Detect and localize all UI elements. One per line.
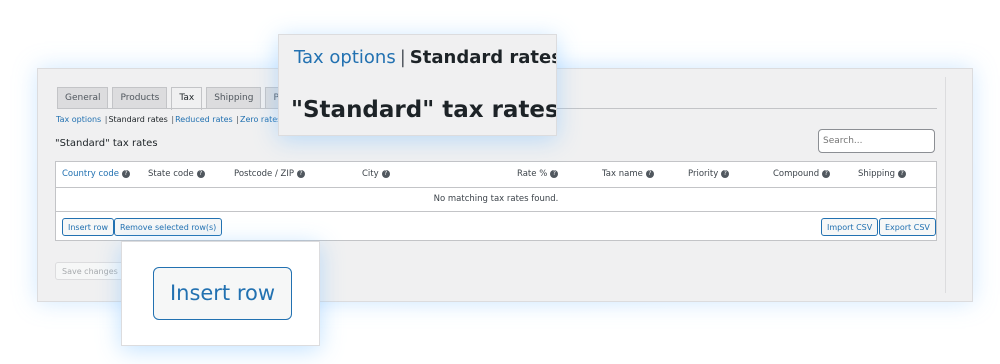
remove-selected-rows-button[interactable]: Remove selected row(s)	[114, 218, 223, 236]
column-label: Rate %	[517, 169, 548, 179]
column-tax-name: Tax name?	[602, 169, 654, 179]
tab-bar: General Products Tax Shipping Payme	[57, 87, 312, 110]
column-label: Compound	[773, 169, 820, 179]
column-shipping: Shipping?	[858, 169, 907, 179]
save-changes-button[interactable]: Save changes	[55, 262, 125, 280]
tab-products[interactable]: Products	[112, 87, 168, 109]
column-label: City	[362, 169, 379, 179]
tax-subnav: Tax options |Standard rates |Reduced rat…	[56, 115, 281, 124]
help-icon[interactable]: ?	[721, 169, 730, 178]
subnav-separator: |	[171, 115, 175, 124]
table-header: Country code? State code? Postcode / ZIP…	[56, 162, 936, 188]
subnav-standard-rates: Standard rates	[108, 115, 168, 124]
tab-shipping[interactable]: Shipping	[206, 87, 262, 109]
subnav-reduced-rates[interactable]: Reduced rates	[175, 115, 233, 124]
subnav-tax-options[interactable]: Tax options	[56, 115, 101, 124]
export-csv-button[interactable]: Export CSV	[879, 218, 936, 236]
help-icon[interactable]: ?	[898, 169, 907, 178]
column-compound: Compound?	[773, 169, 831, 179]
help-icon[interactable]: ?	[196, 169, 205, 178]
tax-rates-table: Country code? State code? Postcode / ZIP…	[55, 161, 937, 241]
zoom-callout-insert-row: Insert row	[121, 241, 320, 346]
subnav-separator: |	[399, 47, 406, 68]
zoom-subnav-tax-options[interactable]: Tax options	[294, 47, 396, 68]
insert-row-button[interactable]: Insert row	[62, 218, 115, 236]
help-icon[interactable]: ?	[645, 169, 654, 178]
table-footer: Insert row Remove selected row(s) Import…	[56, 211, 936, 242]
tab-general[interactable]: General	[57, 87, 109, 109]
help-icon[interactable]: ?	[550, 169, 559, 178]
column-label: State code	[148, 169, 194, 179]
zoom-page-title: "Standard" tax rates	[291, 97, 557, 123]
empty-message: No matching tax rates found.	[433, 194, 559, 204]
column-label: Priority	[688, 169, 719, 179]
column-label: Tax name	[602, 169, 643, 179]
help-icon[interactable]: ?	[381, 169, 390, 178]
column-priority: Priority?	[688, 169, 730, 179]
help-icon[interactable]: ?	[822, 169, 831, 178]
divider	[945, 77, 946, 293]
zoom-insert-row-button[interactable]: Insert row	[153, 267, 292, 320]
help-icon[interactable]: ?	[297, 169, 306, 178]
search-input[interactable]	[818, 129, 935, 153]
import-csv-button[interactable]: Import CSV	[821, 218, 879, 236]
subnav-zero-rates[interactable]: Zero rates	[240, 115, 281, 124]
page-title: "Standard" tax rates	[55, 138, 158, 149]
column-rate: Rate %?	[517, 169, 559, 179]
zoom-callout-subnav: Tax options|Standard rates|Re "Standard"…	[278, 34, 557, 136]
zoom-subnav: Tax options|Standard rates|Re	[294, 47, 557, 68]
column-state-code: State code?	[148, 169, 205, 179]
column-city: City?	[362, 169, 390, 179]
tab-tax[interactable]: Tax	[171, 87, 203, 110]
help-icon[interactable]: ?	[121, 169, 130, 178]
column-label: Shipping	[858, 169, 896, 179]
column-label: Country code	[62, 169, 119, 179]
column-postcode: Postcode / ZIP?	[234, 169, 306, 179]
column-label: Postcode / ZIP	[234, 169, 295, 179]
subnav-separator: |	[236, 115, 239, 124]
column-country-code[interactable]: Country code?	[62, 169, 130, 179]
zoom-subnav-standard-rates: Standard rates	[409, 47, 557, 68]
